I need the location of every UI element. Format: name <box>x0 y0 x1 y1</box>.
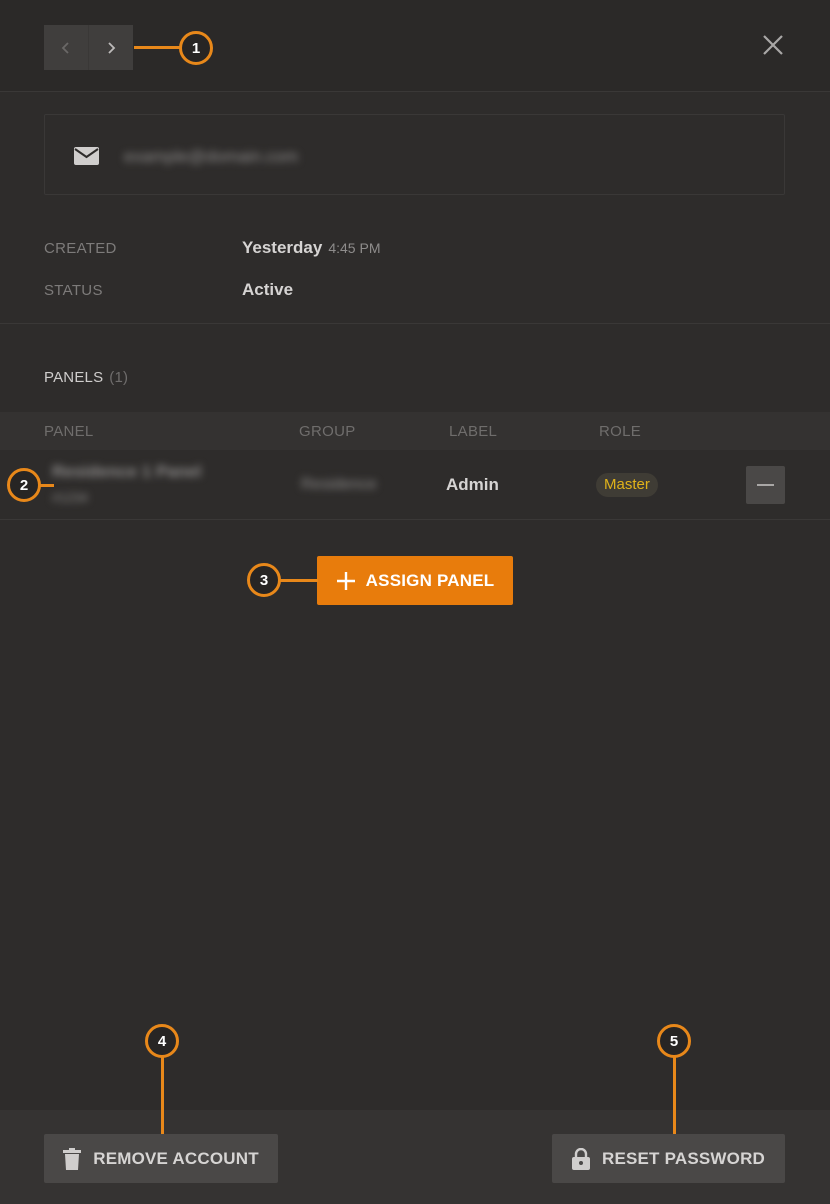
callout-connector <box>673 1056 676 1134</box>
callout-badge: 5 <box>657 1024 691 1058</box>
remove-account-label: REMOVE ACCOUNT <box>93 1148 259 1168</box>
chevron-right-icon <box>108 41 116 54</box>
reset-password-button[interactable]: RESET PASSWORD <box>552 1134 785 1183</box>
panels-table-header: PANEL GROUP LABEL ROLE <box>0 412 830 450</box>
panels-section-title: PANELS (1) <box>44 369 128 386</box>
callout-connector <box>134 46 180 49</box>
panels-title: PANELS <box>44 369 104 386</box>
next-button[interactable] <box>89 25 133 70</box>
column-header-group: GROUP <box>299 423 356 440</box>
assign-panel-label: ASSIGN PANEL <box>365 570 495 590</box>
callout-badge: 3 <box>247 563 281 597</box>
created-label: CREATED <box>44 240 117 257</box>
callout-badge: 2 <box>7 468 41 502</box>
status-label: STATUS <box>44 282 103 299</box>
column-header-role: ROLE <box>599 423 642 440</box>
top-bar <box>0 0 830 92</box>
previous-button[interactable] <box>44 25 88 70</box>
created-day: Yesterday <box>242 238 323 257</box>
panel-group: Residence <box>301 476 377 493</box>
remove-account-button[interactable]: REMOVE ACCOUNT <box>44 1134 278 1183</box>
assign-panel-button[interactable]: ASSIGN PANEL <box>317 556 513 605</box>
created-value: Yesterday 4:45 PM <box>242 238 380 258</box>
chevron-left-icon <box>61 41 69 54</box>
unassign-panel-button[interactable] <box>746 466 785 504</box>
callout-connector <box>40 484 54 487</box>
reset-password-label: RESET PASSWORD <box>601 1148 766 1168</box>
callout-connector <box>280 579 318 582</box>
panels-count: (1) <box>109 369 129 386</box>
email-field: example@domain.com <box>44 114 785 195</box>
callout-badge: 4 <box>145 1024 179 1058</box>
record-navigation <box>44 25 133 70</box>
email-value: example@domain.com <box>124 147 299 166</box>
column-header-panel: PANEL <box>44 423 94 440</box>
lock-icon <box>571 1147 590 1170</box>
created-time: 4:45 PM <box>328 240 381 256</box>
section-divider <box>0 323 830 324</box>
plus-icon <box>336 571 355 590</box>
panel-sub: #1234 <box>52 490 89 505</box>
role-badge: Master <box>596 473 658 497</box>
panel-label: Admin <box>446 475 499 494</box>
panel-name[interactable]: Residence 1 Panel <box>52 462 201 482</box>
column-header-label: LABEL <box>449 423 498 440</box>
footer: REMOVE ACCOUNT RESET PASSWORD <box>0 1110 830 1204</box>
close-icon <box>763 35 783 55</box>
trash-icon <box>63 1147 82 1170</box>
close-button[interactable] <box>758 30 788 60</box>
minus-icon <box>757 484 774 486</box>
callout-badge: 1 <box>179 31 213 65</box>
mail-icon <box>74 147 99 165</box>
table-row[interactable]: Residence 1 Panel #1234 Residence Admin … <box>0 450 830 520</box>
status-value: Active <box>242 280 294 299</box>
callout-connector <box>161 1056 164 1134</box>
